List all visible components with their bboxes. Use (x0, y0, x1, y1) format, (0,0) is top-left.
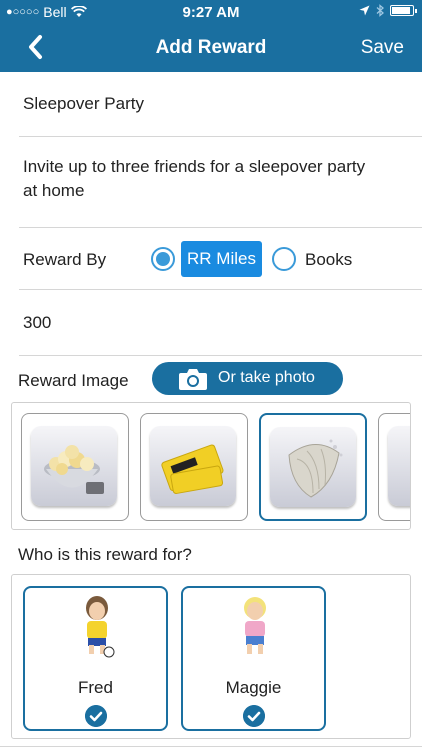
shell-icon (288, 439, 343, 498)
reward-image-shell[interactable] (259, 413, 367, 521)
back-button[interactable] (22, 32, 52, 62)
reward-name-field[interactable]: Sleepover Party (23, 94, 144, 114)
take-photo-label: Or take photo (218, 369, 315, 386)
status-bar: ●○○○○ Bell 9:27 AM (0, 0, 422, 24)
battery-icon (390, 5, 417, 16)
reward-image-popcorn[interactable] (21, 413, 129, 521)
kids-list: Fred Maggie (11, 574, 411, 739)
bluetooth-icon (376, 4, 384, 17)
reward-description-line1[interactable]: Invite up to three friends for a sleepov… (23, 157, 365, 177)
check-icon (85, 705, 107, 727)
camera-icon (179, 369, 207, 390)
divider (0, 746, 422, 747)
avatar (86, 596, 115, 658)
location-arrow-icon (359, 5, 370, 16)
divider (19, 227, 422, 228)
divider (19, 136, 422, 137)
rr-miles-option[interactable]: RR Miles (181, 241, 262, 277)
reward-image-movie-ticket[interactable]: 7594652 (140, 413, 248, 521)
books-radio[interactable] (272, 247, 296, 271)
status-right (359, 4, 417, 17)
page-title: Add Reward (155, 37, 267, 58)
amount-field[interactable]: 300 (23, 313, 51, 333)
reward-image-label: Reward Image (18, 371, 129, 390)
books-option[interactable]: Books (305, 250, 352, 270)
kid-card-fred[interactable]: Fred (23, 586, 168, 731)
nav-bar: Add Reward Save (0, 24, 422, 72)
popcorn-icon (44, 445, 104, 494)
kid-name: Maggie (225, 678, 282, 697)
divider (19, 355, 422, 356)
divider (19, 289, 422, 290)
rr-miles-radio[interactable] (151, 247, 175, 271)
kid-card-maggie[interactable]: Maggie (181, 586, 326, 731)
take-photo-button[interactable]: Or take photo (152, 362, 343, 395)
movie-ticket-icon: 7594652 (161, 444, 224, 494)
reward-image-strip[interactable]: 7594652 (11, 402, 411, 530)
save-button[interactable]: Save (361, 37, 404, 59)
chevron-left-icon (29, 35, 42, 59)
reward-image-partial[interactable] (378, 413, 410, 521)
who-label: Who is this reward for? (18, 545, 192, 564)
avatar (244, 597, 266, 654)
reward-description-line2[interactable]: at home (23, 181, 84, 201)
kid-name: Fred (78, 678, 113, 697)
check-icon (243, 705, 265, 727)
reward-by-label: Reward By (23, 250, 107, 269)
